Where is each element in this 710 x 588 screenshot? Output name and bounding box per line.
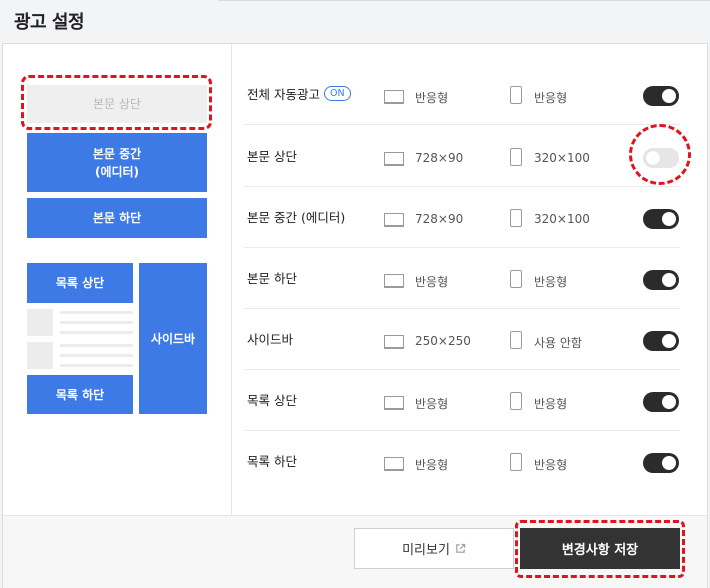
row-label: 본문 중간 (에디터) (247, 210, 346, 225)
save-changes-button[interactable]: 변경사항 저장 (520, 528, 680, 569)
mobile-size: 반응형 (534, 458, 568, 472)
toggle-list-bottom[interactable] (643, 453, 679, 473)
page-title: 광고 설정 (14, 12, 85, 33)
pc-size: 반응형 (415, 458, 449, 472)
preview-button[interactable]: 미리보기 (354, 528, 514, 569)
pc-size: 728×90 (415, 212, 464, 226)
preview-body-middle-line1: 본문 중간 (92, 146, 142, 161)
toggle-knob (646, 151, 660, 165)
toggle-knob (662, 334, 676, 348)
preview-list-line (60, 311, 133, 314)
monitor-icon (384, 213, 404, 227)
preview-list-bottom: 목록 하단 (27, 375, 133, 414)
toggle-knob (662, 212, 676, 226)
mobile-size: 반응형 (534, 275, 568, 289)
row-label: 사이드바 (247, 332, 294, 347)
toggle-sidebar[interactable] (643, 331, 679, 351)
pc-size: 반응형 (415, 91, 449, 105)
preview-list-top: 목록 상단 (27, 263, 133, 303)
toggle-list-top[interactable] (643, 392, 679, 412)
phone-icon (510, 270, 522, 288)
setting-row-body-bottom: 본문 하단 반응형 반응형 (244, 248, 680, 309)
toggle-knob (662, 273, 676, 287)
phone-icon (510, 148, 522, 166)
toggle-body-top[interactable] (643, 148, 679, 168)
toggle-knob (662, 456, 676, 470)
preview-sidebar: 사이드바 (139, 263, 207, 414)
phone-icon (510, 392, 522, 410)
preview-list-thumbnail (27, 309, 53, 336)
monitor-icon (384, 90, 404, 104)
preview-body-middle-line2: (에디터) (94, 164, 140, 179)
monitor-icon (384, 335, 404, 349)
top-border (218, 0, 710, 1)
preview-list-line (60, 331, 133, 334)
mobile-size: 320×100 (534, 151, 590, 165)
pc-size: 728×90 (415, 151, 464, 165)
mobile-size: 320×100 (534, 212, 590, 226)
row-label: 본문 하단 (247, 271, 297, 286)
setting-row-list-bottom: 목록 하단 반응형 반응형 (244, 431, 680, 492)
preview-list-line (60, 321, 133, 324)
preview-list-line (60, 344, 133, 347)
toggle-body-middle[interactable] (643, 209, 679, 229)
monitor-icon (384, 396, 404, 410)
column-divider (231, 44, 232, 515)
row-label-text: 전체 자동광고 (247, 87, 320, 102)
row-label: 목록 상단 (247, 393, 297, 408)
pc-size: 250×250 (415, 334, 471, 348)
row-label: 목록 하단 (247, 454, 297, 469)
row-label: 전체 자동광고 ON (247, 84, 351, 103)
setting-row-auto-ads: 전체 자동광고 ON 반응형 반응형 (244, 64, 680, 125)
toggle-auto-ads[interactable] (643, 86, 679, 106)
ad-settings-page: 광고 설정 본문 상단 본문 중간 (에디터) 본문 하단 목록 상단 사이드바… (0, 0, 710, 588)
toggle-knob (662, 395, 676, 409)
row-label: 본문 상단 (247, 149, 297, 164)
phone-icon (510, 209, 522, 227)
phone-icon (510, 331, 522, 349)
setting-row-body-middle: 본문 중간 (에디터) 728×90 320×100 (244, 187, 680, 248)
preview-list-thumbnail (27, 342, 53, 369)
mobile-size: 반응형 (534, 397, 568, 411)
monitor-icon (384, 274, 404, 288)
preview-body-middle: 본문 중간 (에디터) (27, 133, 207, 192)
pc-size: 반응형 (415, 397, 449, 411)
pc-size: 반응형 (415, 275, 449, 289)
setting-row-list-top: 목록 상단 반응형 반응형 (244, 370, 680, 431)
preview-list-line (60, 354, 133, 357)
toggle-knob (662, 89, 676, 103)
preview-body-top: 본문 상단 (27, 85, 207, 123)
monitor-icon (384, 457, 404, 471)
on-badge: ON (323, 86, 351, 101)
setting-row-body-top: 본문 상단 728×90 320×100 (244, 126, 680, 187)
phone-icon (510, 86, 522, 104)
setting-row-sidebar: 사이드바 250×250 사용 안함 (244, 309, 680, 370)
mobile-size: 사용 안함 (534, 336, 582, 350)
preview-list-line (60, 364, 133, 367)
preview-body-bottom: 본문 하단 (27, 198, 207, 238)
mobile-size: 반응형 (534, 91, 568, 105)
external-link-icon (456, 543, 466, 553)
monitor-icon (384, 152, 404, 166)
phone-icon (510, 453, 522, 471)
toggle-body-bottom[interactable] (643, 270, 679, 290)
preview-button-label: 미리보기 (402, 543, 450, 558)
